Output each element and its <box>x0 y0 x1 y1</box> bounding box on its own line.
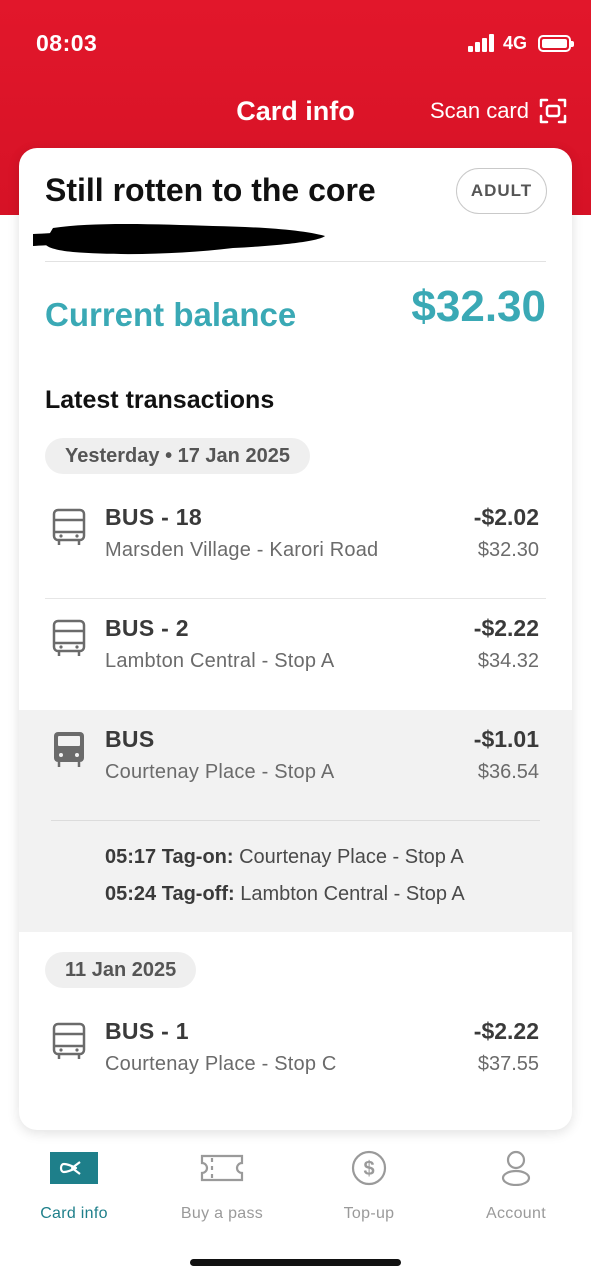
card-icon <box>50 1152 98 1184</box>
tag-on-time: 05:17 Tag-on: <box>105 846 234 868</box>
status-bar: 08:03 4G <box>0 0 591 86</box>
balance-value: $32.30 <box>411 282 546 331</box>
transaction-amount: -$1.01 <box>473 726 539 752</box>
home-indicator <box>190 1259 401 1266</box>
transaction-details: 05:17 Tag-on: Courtenay Place - Stop A 0… <box>19 820 572 932</box>
transaction-balance: $34.32 <box>477 650 539 672</box>
transaction-balance: $37.55 <box>477 1053 539 1075</box>
transaction-title: BUS - 18 <box>105 504 202 530</box>
bus-icon <box>52 619 86 656</box>
transaction-amount: -$2.22 <box>473 1018 539 1044</box>
bus-icon <box>52 1022 86 1059</box>
transaction-balance: $32.30 <box>477 539 539 561</box>
scan-icon <box>539 98 567 124</box>
transaction-row[interactable]: BUS - 1 Courtenay Place - Stop C -$2.22 … <box>19 1002 572 1112</box>
transaction-balance: $36.54 <box>477 761 539 783</box>
transaction-title: BUS - 1 <box>105 1018 189 1044</box>
tab-label: Buy a pass <box>180 1205 264 1222</box>
tab-label: Account <box>486 1205 546 1222</box>
redacted-card-number <box>33 224 326 255</box>
fare-type-badge: ADULT <box>456 168 547 214</box>
scan-card-button[interactable]: Scan card <box>430 98 567 124</box>
tag-off-place: Lambton Central - Stop A <box>240 883 465 905</box>
tab-buy-a-pass[interactable]: Buy a pass <box>162 1150 282 1223</box>
person-icon <box>501 1150 531 1187</box>
divider <box>51 820 540 821</box>
battery-icon <box>538 35 574 52</box>
tab-account[interactable]: Account <box>456 1150 576 1223</box>
transaction-row[interactable]: BUS - 2 Lambton Central - Stop A -$2.22 … <box>19 599 572 709</box>
transactions-title: Latest transactions <box>45 386 275 414</box>
transaction-amount: -$2.22 <box>473 615 539 641</box>
tag-on-detail: 05:17 Tag-on: Courtenay Place - Stop A <box>105 846 464 869</box>
date-chip: Yesterday • 17 Jan 2025 <box>45 438 310 474</box>
tab-card-info[interactable]: Card info <box>14 1150 134 1223</box>
transaction-title: BUS - 2 <box>105 615 189 641</box>
tag-off-time: 05:24 Tag-off: <box>105 883 235 905</box>
transaction-title: BUS <box>105 726 155 752</box>
tag-off-detail: 05:24 Tag-off: Lambton Central - Stop A <box>105 883 465 906</box>
scan-card-label: Scan card <box>429 98 529 123</box>
tag-on-place: Courtenay Place - Stop A <box>239 846 464 868</box>
card-name: Still rotten to the core <box>45 172 376 208</box>
tab-top-up[interactable]: $ Top-up <box>309 1150 429 1223</box>
ticket-icon <box>200 1154 244 1182</box>
dollar-coin-icon: $ <box>351 1150 387 1186</box>
transaction-location: Marsden Village - Karori Road <box>105 539 379 561</box>
tab-label: Card info <box>40 1205 108 1222</box>
balance-label: Current balance <box>45 296 297 333</box>
transaction-location: Lambton Central - Stop A <box>105 650 335 672</box>
card-panel: Still rotten to the core ADULT Current b… <box>19 148 572 1130</box>
transaction-location: Courtenay Place - Stop C <box>105 1053 337 1075</box>
bus-icon <box>54 732 84 767</box>
transaction-row[interactable]: BUS - 18 Marsden Village - Karori Road -… <box>19 488 572 598</box>
transaction-amount: -$2.02 <box>473 504 539 530</box>
transaction-location: Courtenay Place - Stop A <box>105 761 335 783</box>
divider <box>45 261 546 262</box>
bus-icon <box>52 508 86 545</box>
signal-strength-icon <box>468 34 496 52</box>
transaction-row-expanded[interactable]: BUS Courtenay Place - Stop A -$1.01 $36.… <box>19 710 572 820</box>
network-type: 4G <box>503 33 528 53</box>
date-chip: 11 Jan 2025 <box>45 952 197 988</box>
svg-text:$: $ <box>363 1158 374 1180</box>
tab-label: Top-up <box>343 1205 395 1222</box>
tab-bar: Card info Buy a pass $ Top-up Account <box>0 1150 591 1230</box>
status-time: 08:03 <box>36 30 98 56</box>
